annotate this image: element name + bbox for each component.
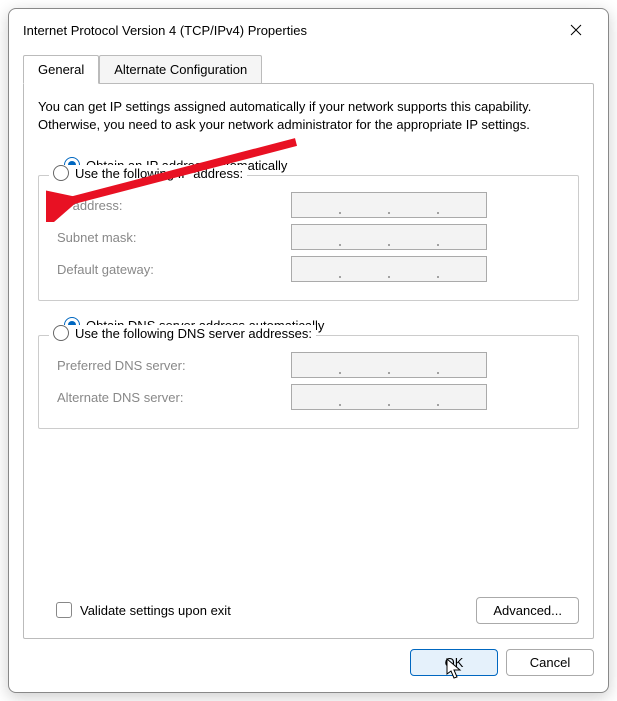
field-label: Subnet mask: <box>51 230 291 245</box>
tab-alternate-configuration[interactable]: Alternate Configuration <box>99 55 262 83</box>
field-label: IP address: <box>51 198 291 213</box>
radio-label: Use the following IP address: <box>75 166 243 181</box>
window-title: Internet Protocol Version 4 (TCP/IPv4) P… <box>23 23 307 38</box>
close-button[interactable] <box>556 16 596 44</box>
cancel-button[interactable]: Cancel <box>506 649 594 676</box>
radio-icon <box>53 325 69 341</box>
titlebar: Internet Protocol Version 4 (TCP/IPv4) P… <box>9 9 608 47</box>
default-gateway-input[interactable] <box>291 256 487 282</box>
close-icon <box>570 24 582 36</box>
preferred-dns-input[interactable] <box>291 352 487 378</box>
tab-general[interactable]: General <box>23 55 99 84</box>
radio-use-following-ip[interactable]: Use the following IP address: <box>49 165 247 181</box>
radio-icon <box>53 165 69 181</box>
field-alternate-dns: Alternate DNS server: <box>51 384 566 410</box>
advanced-button[interactable]: Advanced... <box>476 597 579 624</box>
radio-label: Use the following DNS server addresses: <box>75 326 312 341</box>
ip-address-input[interactable] <box>291 192 487 218</box>
subnet-mask-input[interactable] <box>291 224 487 250</box>
checkbox-icon <box>56 602 72 618</box>
dns-server-group: Use the following DNS server addresses: … <box>38 335 579 429</box>
field-preferred-dns: Preferred DNS server: <box>51 352 566 378</box>
radio-use-following-dns[interactable]: Use the following DNS server addresses: <box>49 325 316 341</box>
field-label: Default gateway: <box>51 262 291 277</box>
field-label: Alternate DNS server: <box>51 390 291 405</box>
tab-bar: General Alternate Configuration <box>23 55 594 83</box>
field-subnet-mask: Subnet mask: <box>51 224 566 250</box>
tab-panel-general: You can get IP settings assigned automat… <box>23 83 594 639</box>
field-label: Preferred DNS server: <box>51 358 291 373</box>
description-text: You can get IP settings assigned automat… <box>38 98 579 133</box>
field-default-gateway: Default gateway: <box>51 256 566 282</box>
alternate-dns-input[interactable] <box>291 384 487 410</box>
checkbox-label: Validate settings upon exit <box>80 603 231 618</box>
ipv4-properties-window: Internet Protocol Version 4 (TCP/IPv4) P… <box>8 8 609 693</box>
dialog-footer: OK Cancel <box>9 649 608 690</box>
ip-address-group: Use the following IP address: IP address… <box>38 175 579 301</box>
field-ip-address: IP address: <box>51 192 566 218</box>
validate-settings-checkbox[interactable]: Validate settings upon exit <box>56 602 231 618</box>
ok-button[interactable]: OK <box>410 649 498 676</box>
